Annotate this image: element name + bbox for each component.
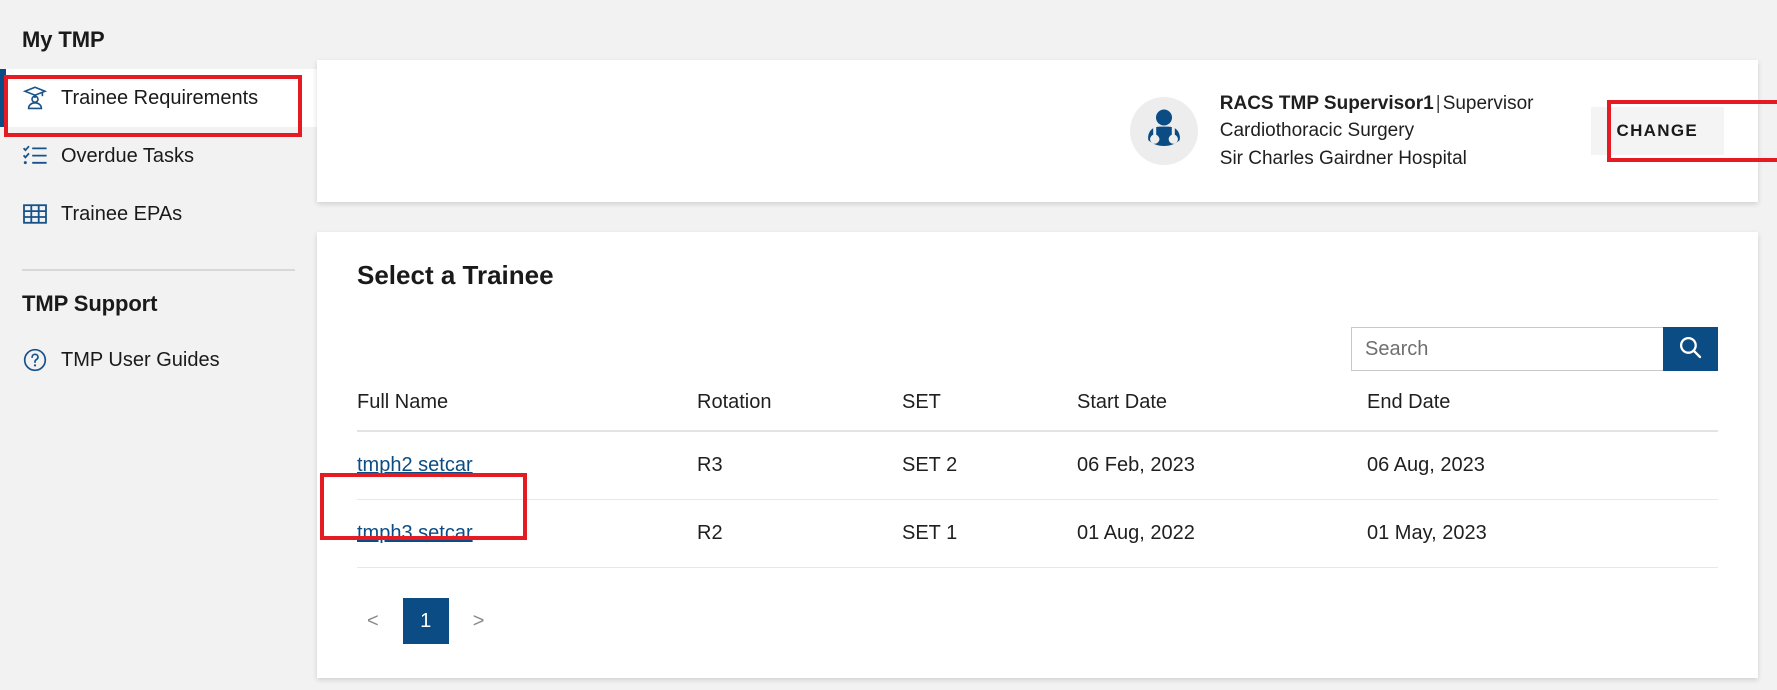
search-icon: [1677, 334, 1704, 364]
sidebar-item-label: Overdue Tasks: [61, 145, 195, 167]
user-hospital: Sir Charles Gairdner Hospital: [1219, 147, 1467, 169]
sidebar-item-trainee-epas[interactable]: Trainee EPAs: [0, 185, 317, 243]
table-grid-icon: [22, 201, 48, 227]
sidebar-heading-tmp-support: TMP Support: [22, 291, 158, 316]
cell-start-date: 06 Feb, 2023: [1077, 431, 1367, 500]
sidebar-divider: [22, 269, 295, 271]
sidebar-heading-my-tmp: My TMP: [22, 27, 105, 52]
user-role: Supervisor: [1442, 92, 1534, 114]
question-circle-icon: [22, 347, 48, 373]
cell-rotation: R3: [697, 431, 902, 500]
sidebar-item-tmp-user-guides[interactable]: TMP User Guides: [0, 331, 317, 389]
user-header-card: RACS TMP Supervisor1 | Supervisor Cardioth…: [317, 60, 1758, 202]
sidebar-item-overdue-tasks[interactable]: Overdue Tasks: [0, 127, 317, 185]
graduation-user-icon: [22, 85, 48, 111]
table-header-row: Full Name Rotation SET Start Date End Da…: [357, 391, 1718, 432]
search-group: [1351, 327, 1718, 371]
column-header-start-date: Start Date: [1077, 391, 1367, 432]
user-details: RACS TMP Supervisor1 | Supervisor Cardioth…: [1220, 90, 1534, 173]
column-header-rotation: Rotation: [697, 391, 902, 432]
user-specialty: Cardiothoracic Surgery: [1219, 120, 1415, 142]
pagination-prev-button[interactable]: <: [357, 605, 389, 637]
table-row: tmph2 setcar R3 SET 2 06 Feb, 2023 06 Au…: [357, 431, 1718, 500]
cell-start-date: 01 Aug, 2022: [1077, 499, 1367, 568]
table-body: tmph2 setcar R3 SET 2 06 Feb, 2023 06 Au…: [357, 431, 1718, 568]
select-trainee-card: Select a Trainee Search Full Name Rotati…: [317, 232, 1758, 678]
search-input[interactable]: [1351, 327, 1663, 371]
sidebar-item-label: TMP User Guides: [61, 349, 220, 371]
pagination-next-button[interactable]: >: [463, 605, 495, 637]
pagination: < 1 >: [357, 598, 1718, 644]
cell-set: SET 2: [902, 431, 1077, 500]
search-row: [357, 327, 1718, 371]
trainee-table: Full Name Rotation SET Start Date End Da…: [357, 391, 1718, 568]
page-title: Select a Trainee: [357, 260, 554, 290]
user-identity-line: RACS TMP Supervisor1 | Supervisor: [1220, 90, 1534, 118]
table-row: tmph3 setcar R2 SET 1 01 Aug, 2022 01 Ma…: [357, 499, 1718, 568]
column-header-full-name: Full Name: [357, 391, 697, 432]
cell-full-name: tmph3 setcar: [357, 499, 697, 568]
column-header-end-date: End Date: [1367, 391, 1718, 432]
sidebar-support-list: TMP User Guides: [0, 331, 317, 389]
change-button-wrapper: CHANGE: [1584, 100, 1731, 162]
cell-rotation: R2: [697, 499, 902, 568]
sidebar-item-label: Trainee Requirements: [61, 87, 259, 109]
user-name: RACS TMP Supervisor1: [1219, 92, 1434, 114]
checklist-icon: [22, 143, 48, 169]
cell-full-name: tmph2 setcar: [357, 431, 697, 500]
application-root: My TMP Trainee Requirements Overdue Task…: [0, 0, 1777, 690]
cell-end-date: 01 May, 2023: [1367, 499, 1718, 568]
pagination-page-1[interactable]: 1: [402, 598, 449, 644]
user-profile-block: RACS TMP Supervisor1 | Supervisor Cardioth…: [1129, 90, 1731, 173]
trainee-name-link[interactable]: tmph2 setcar: [357, 454, 473, 476]
avatar: [1129, 96, 1198, 165]
cell-end-date: 06 Aug, 2023: [1367, 431, 1718, 500]
table-header: Full Name Rotation SET Start Date End Da…: [357, 391, 1718, 432]
sidebar: My TMP Trainee Requirements Overdue Task…: [0, 0, 317, 690]
user-separator: |: [1435, 92, 1441, 114]
sidebar-item-label: Trainee EPAs: [61, 203, 183, 225]
search-button[interactable]: [1663, 327, 1718, 371]
doctor-avatar-icon: [1141, 105, 1187, 156]
column-header-set: SET: [902, 391, 1077, 432]
sidebar-nav-list: Trainee Requirements Overdue Tasks Train…: [0, 69, 317, 243]
sidebar-item-trainee-requirements[interactable]: Trainee Requirements: [0, 69, 317, 127]
main-content: RACS TMP Supervisor1 | Supervisor Cardioth…: [317, 0, 1777, 690]
trainee-name-link[interactable]: tmph3 setcar: [357, 522, 473, 544]
change-button[interactable]: CHANGE: [1590, 106, 1724, 155]
cell-set: SET 1: [902, 499, 1077, 568]
